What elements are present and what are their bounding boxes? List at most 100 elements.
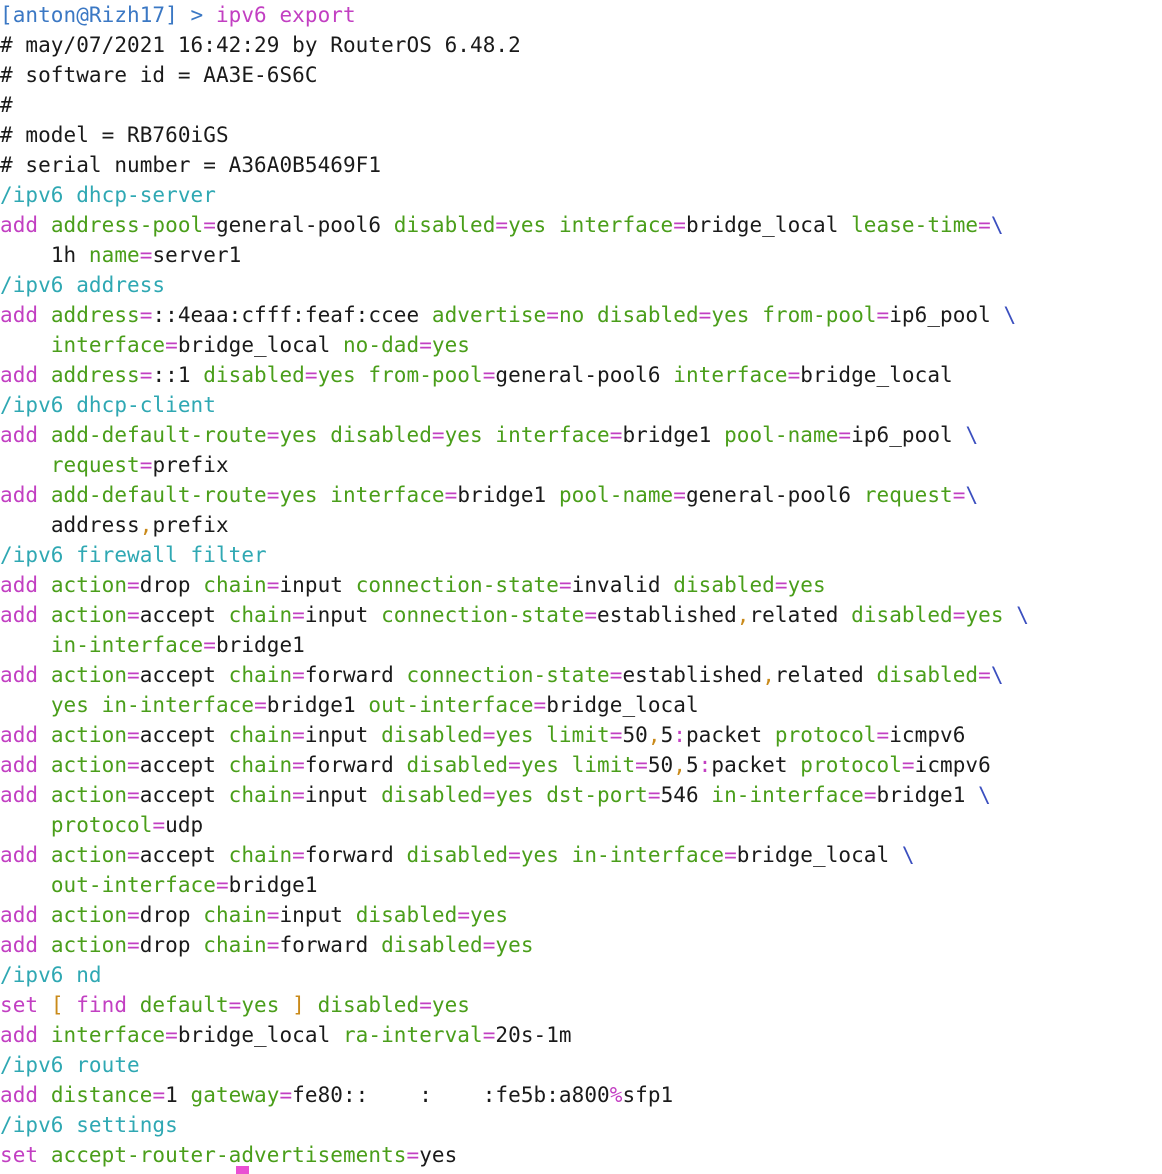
token-verb: add [0,573,51,597]
token-param: yes [470,903,509,927]
token-param: connection-state [355,573,559,597]
token-param: disabled [330,423,432,447]
token-value: ip6_pool [889,303,1004,327]
token-value: related [749,603,852,627]
token-eq: = [139,363,153,387]
token-eq: = [482,1023,496,1047]
terminal-line: /ipv6 settings [0,1110,178,1140]
token-param: yes [495,723,547,747]
token-param: from-pool [368,363,483,387]
token-cont: \ [990,663,1004,687]
token-param: distance [50,1083,153,1107]
token-value: invalid [571,573,674,597]
token-eq: = [978,663,991,687]
token-value: sfp1 [622,1083,674,1107]
token-value: icmpv6 [914,753,991,777]
token-value: bridge1 [266,693,369,717]
token-value: drop [139,903,204,927]
token-param: yes [431,993,471,1017]
token-param: chain [228,783,293,807]
token-eq: = [635,753,648,777]
token-comment: # may/07/2021 16:42:29 by RouterOS 6.48.… [0,33,521,57]
token-eq: = [431,423,445,447]
token-value: forward [304,753,407,777]
token-param: limit [571,753,636,777]
token-eq: = [558,573,572,597]
token-value: : [419,1083,432,1107]
token-param: connection-state [406,663,610,687]
token-value: accept [139,603,229,627]
terminal-window[interactable]: [anton@Rizh17] > ipv6 export # may/07/202… [0,0,1162,1174]
token-punct: , [673,753,686,777]
token-value: bridge_local [177,333,343,357]
token-eq: = [482,783,496,807]
token-verb: add [0,933,51,957]
token-eq: % [609,1083,623,1107]
terminal-line: add action=accept chain=input connection… [0,600,1029,630]
token-cont: \ [1016,603,1029,627]
terminal-line: /ipv6 route [0,1050,140,1080]
token-punct: , [736,603,750,627]
token-param: protocol [774,723,877,747]
token-param: chain [228,723,293,747]
terminal-line: set accept-router-advertisements=yes [0,1140,457,1170]
token-eq: = [673,213,686,237]
token-param: chain [203,573,267,597]
terminal-line: add interface=bridge_local ra-interval=2… [0,1020,572,1050]
token-verb: add [0,903,51,927]
token-param: chain [228,843,293,867]
token-eq: = [952,483,966,507]
terminal-line: # software id = AA3E-6S6C [0,60,318,90]
token-eq: = [787,363,801,387]
token-param: disabled [876,663,979,687]
token-eq: = [609,663,623,687]
token-param: yes [241,993,293,1017]
token-eq: = [139,243,153,267]
token-param: no-dad [342,333,420,357]
token-param: limit [546,723,610,747]
token-param: yes [520,753,572,777]
token-value: accept [139,663,229,687]
token-param: disabled [381,933,483,957]
token-eq: = [165,333,178,357]
token-param: yes [508,213,559,237]
token-param: action [50,933,128,957]
terminal-line: /ipv6 dhcp-server [0,180,216,210]
token-verb: set [0,1143,51,1167]
token-value: bridge_local [546,693,699,717]
token-param: chain [203,903,267,927]
terminal-line: 1h name=server1 [0,240,241,270]
token-param: default [139,993,229,1017]
terminal-line: add address=::1 disabled=yes from-pool=g… [0,360,953,390]
token-cmd: export [279,3,356,27]
token-param: disabled [673,573,775,597]
token-param: address [50,303,140,327]
token-path: /ipv6 dhcp-client [0,393,216,417]
token-param: connection-state [381,603,585,627]
token-value: prefix [152,453,229,477]
token-eq: = [127,663,140,687]
token-value: established [597,603,737,627]
token-eq: = [127,843,140,867]
token-param: chain [228,753,293,777]
token-value: input [304,723,382,747]
token-path: /ipv6 firewall filter [0,543,267,567]
terminal-line: # model = RB760iGS [0,120,229,150]
token-param: action [50,903,128,927]
token-eq: = [127,903,140,927]
token-path: /ipv6 address [0,273,166,297]
token-eq: = [254,693,267,717]
token-eq: = [901,753,915,777]
token-punct: ] [292,993,318,1017]
token-param: lease-time [851,213,979,237]
token-value: udp [165,813,204,837]
terminal-line: # [0,90,13,120]
token-eq: : [673,723,686,747]
token-value: drop [139,933,204,957]
token-eq: = [584,603,598,627]
token-cont: \ [990,213,1004,237]
